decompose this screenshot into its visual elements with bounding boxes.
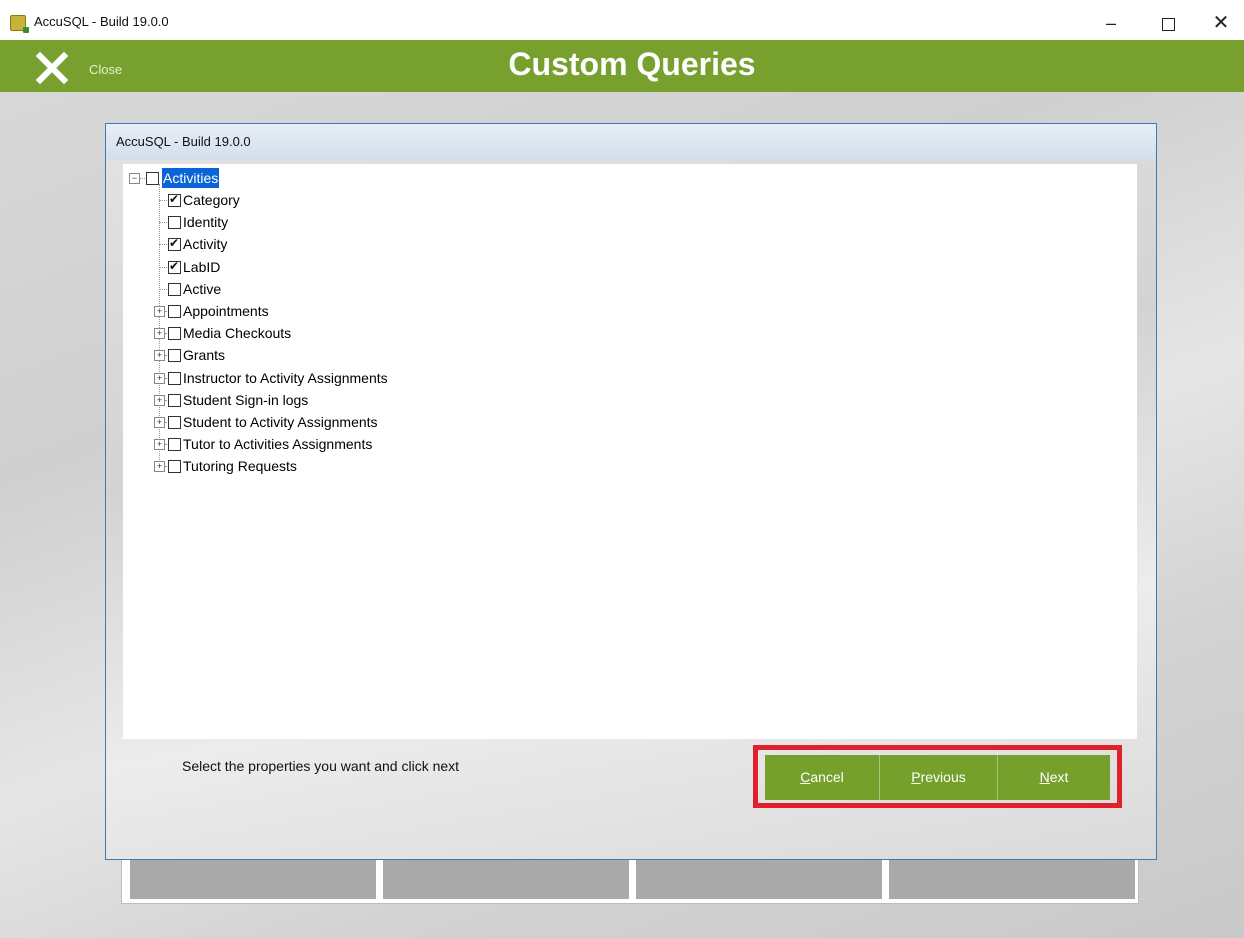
relation-label: Media Checkouts [183,325,292,342]
relation-label: Tutoring Requests [183,458,297,475]
bottom-tab-2[interactable] [383,857,629,899]
cancel-mnemonic: C [800,769,811,785]
tree-connector [159,288,167,290]
next-label: ext [1049,769,1069,785]
tree-connector [159,244,167,246]
relation-checkbox[interactable] [168,438,181,452]
bottom-tab-3[interactable] [636,857,882,899]
app-lock-icon [10,15,29,33]
expand-icon[interactable]: + [154,306,165,317]
field-checkbox[interactable] [168,192,181,207]
previous-button[interactable]: Previous [880,755,997,800]
relation-label: Appointments [183,303,269,319]
instruction-text: Select the properties you want and click… [182,758,460,774]
next-button[interactable]: Next [998,755,1110,800]
tree-connector [159,266,167,268]
expand-icon[interactable]: + [154,461,165,473]
tree-relation-node[interactable]: + Tutor to Activities Assignments [149,434,549,454]
next-mnemonic: N [1039,769,1050,785]
window-title: AccuSQL - Build 19.0.0 [34,14,169,29]
relation-checkbox[interactable] [168,371,181,385]
expand-icon[interactable]: + [154,372,165,384]
expand-icon[interactable]: + [154,417,165,428]
cancel-button[interactable]: Cancel [765,755,879,800]
previous-mnemonic: P [911,769,921,785]
tree-field-node[interactable]: LabID [159,257,459,277]
window-close-button[interactable]: ✕ [1198,10,1244,36]
relation-label: Grants [183,347,226,364]
field-label: Active [183,280,222,297]
field-checkbox[interactable] [168,236,181,252]
tree-field-node[interactable]: Identity [159,212,459,232]
page-title: Custom Queries [508,46,756,82]
relation-checkbox[interactable] [168,349,181,363]
expand-icon[interactable]: + [154,439,165,451]
tree-relation-node[interactable]: + Grants [149,345,549,365]
relation-checkbox[interactable] [168,305,181,318]
expand-icon[interactable]: + [154,350,165,362]
bottom-tab-strip [121,856,1139,904]
tree-root-label[interactable]: Activities [162,168,220,188]
maximize-icon [1161,17,1175,31]
tree-relation-node[interactable]: + Student Sign-in logs [149,390,549,410]
minimize-button[interactable]: – [1088,10,1134,36]
dialog-titlebar: AccuSQL - Build 19.0.0 [106,124,1156,160]
field-label: Identity [183,214,229,231]
wizard-buttons: Cancel Previous Next [765,755,1110,800]
tree-field-node[interactable]: Category [159,190,459,210]
tree-field-node[interactable]: Activity [159,234,459,254]
cancel-label: ancel [810,769,844,785]
property-tree[interactable]: − Activities Category Identity Activity Lab… [123,164,1137,739]
window-titlebar: AccuSQL - Build 19.0.0 – ✕ [0,0,1244,40]
tree-connector [140,178,145,179]
expand-icon[interactable]: + [154,394,165,406]
previous-label: revious [920,769,966,785]
relation-label: Student to Activity Assignments [183,414,378,430]
relation-checkbox[interactable] [168,393,181,407]
root-checkbox[interactable] [146,172,159,185]
relation-checkbox[interactable] [168,327,181,341]
relation-label: Tutor to Activities Assignments [183,436,373,453]
expand-icon[interactable]: + [154,328,165,340]
tree-connector [159,200,167,201]
bottom-tab-1[interactable] [130,857,376,899]
tree-connector [159,222,167,224]
relation-checkbox[interactable] [168,416,181,429]
tree-field-node[interactable]: Active [159,279,459,299]
field-checkbox[interactable] [168,259,181,274]
field-checkbox[interactable] [168,216,181,230]
tree-relation-node[interactable]: + Instructor to Activity Assignments [149,368,549,388]
field-label: LabID [183,258,221,275]
bottom-tab-4[interactable] [889,857,1135,899]
relation-label: Instructor to Activity Assignments [183,369,388,386]
relation-checkbox[interactable] [168,460,181,474]
tree-relation-node[interactable]: + Student to Activity Assignments [149,412,549,432]
collapse-icon[interactable]: − [129,173,140,184]
tree-root-node[interactable]: − Activities [129,168,329,188]
tree-relation-node[interactable]: + Appointments [149,301,549,321]
field-label: Activity [183,236,228,253]
tree-relation-node[interactable]: + Media Checkouts [149,323,549,343]
field-label: Category [183,192,240,208]
tree-relation-node[interactable]: + Tutoring Requests [149,456,549,476]
maximize-button[interactable] [1145,10,1191,36]
relation-label: Student Sign-in logs [183,391,309,408]
dialog-title: AccuSQL - Build 19.0.0 [116,134,251,149]
field-checkbox[interactable] [168,282,181,296]
